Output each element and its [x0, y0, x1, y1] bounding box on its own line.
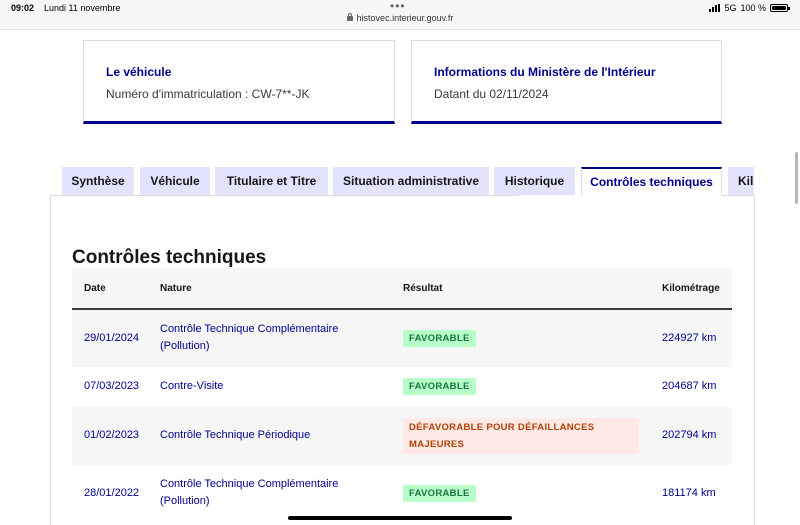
cell-nature: Contre-Visite — [160, 380, 224, 392]
cell-nature: Contrôle Technique Complémentaire — [160, 323, 339, 335]
more-dots-icon[interactable]: ••• — [390, 0, 406, 13]
tab-kilometrage[interactable]: Kil — [728, 167, 754, 195]
tab-historique[interactable]: Historique — [494, 167, 575, 195]
cell-date: 01/02/2023 — [84, 429, 140, 441]
result-line-2: MAJEURES — [409, 439, 465, 450]
battery-icon — [770, 4, 790, 12]
inspections-table: Date Nature Résultat Kilométrage 29/01/2… — [72, 268, 732, 522]
tab-situation-administrative[interactable]: Situation administrative — [333, 167, 489, 195]
cell-date: 28/01/2022 — [84, 487, 140, 499]
result-badge-favorable: FAVORABLE — [403, 485, 476, 502]
tab-panel-divider — [50, 195, 519, 196]
header-nature: Nature — [160, 283, 192, 294]
status-date: Lundi 11 novembre — [44, 3, 121, 13]
result-badge-favorable: FAVORABLE — [403, 378, 476, 395]
tab-vehicule[interactable]: Véhicule — [140, 167, 210, 195]
table-row: 07/03/2023 Contre-Visite FAVORABLE 20468… — [72, 367, 732, 407]
header-resultat: Résultat — [403, 283, 443, 294]
status-indicators: 5G 100 % — [709, 3, 790, 13]
cell-nature-line2: (Pollution) — [160, 495, 210, 507]
signal-icon — [709, 4, 721, 12]
status-time: 09:02 — [11, 3, 35, 13]
cell-date: 29/01/2024 — [84, 332, 140, 344]
cell-km: 202794 km — [662, 429, 717, 441]
cell-km: 181174 km — [662, 487, 716, 499]
cell-km: 204687 km — [662, 380, 717, 392]
tab-list: Synthèse Véhicule Titulaire et Titre Sit… — [62, 167, 754, 195]
table-row: 29/01/2024 Contrôle Technique Complément… — [72, 310, 732, 367]
status-bar: 09:02 Lundi 11 novembre ••• histovec.int… — [0, 0, 800, 30]
table-header: Date Nature Résultat Kilométrage — [72, 268, 732, 310]
tab-synthese[interactable]: Synthèse — [62, 167, 134, 195]
cell-date: 07/03/2023 — [84, 380, 140, 392]
header-kilometrage: Kilométrage — [662, 283, 720, 294]
table-row: 01/02/2023 Contrôle Technique Périodique… — [72, 407, 732, 465]
vehicle-card-title: Le véhicule — [106, 65, 172, 79]
result-badge-favorable: FAVORABLE — [403, 330, 476, 347]
address-bar[interactable]: histovec.interieur.gouv.fr — [0, 13, 800, 23]
registration-number: Numéro d'immatriculation : CW-7**-JK — [106, 87, 310, 101]
lock-icon — [346, 13, 353, 21]
vehicle-card: Le véhicule Numéro d'immatriculation : C… — [83, 40, 395, 124]
network-label: 5G — [724, 3, 737, 13]
cell-nature: Contrôle Technique Périodique — [160, 429, 311, 441]
result-badge-defavorable: DÉFAVORABLE POUR DÉFAILLANCES MAJEURES — [403, 418, 639, 454]
header-date: Date — [84, 283, 106, 294]
cell-nature-line2: (Pollution) — [160, 340, 210, 352]
ministry-card-title: Informations du Ministère de l'Intérieur — [434, 65, 656, 79]
cell-km: 224927 km — [662, 332, 717, 344]
scrollbar-thumb[interactable] — [795, 152, 798, 204]
tab-titulaire[interactable]: Titulaire et Titre — [215, 167, 328, 195]
battery-label: 100 % — [740, 3, 766, 13]
section-title: Contrôles techniques — [72, 247, 267, 268]
cell-nature: Contrôle Technique Complémentaire — [160, 478, 339, 490]
home-indicator[interactable] — [288, 516, 512, 520]
data-date: Datant du 02/11/2024 — [434, 87, 549, 101]
table-row: 28/01/2022 Contrôle Technique Complément… — [72, 465, 732, 522]
result-line-1: DÉFAVORABLE POUR DÉFAILLANCES — [409, 422, 595, 433]
url-text: histovec.interieur.gouv.fr — [356, 13, 454, 23]
tab-controles-techniques[interactable]: Contrôles techniques — [581, 167, 722, 195]
tab-panel-divider — [722, 195, 755, 196]
ministry-card: Informations du Ministère de l'Intérieur… — [411, 40, 722, 124]
